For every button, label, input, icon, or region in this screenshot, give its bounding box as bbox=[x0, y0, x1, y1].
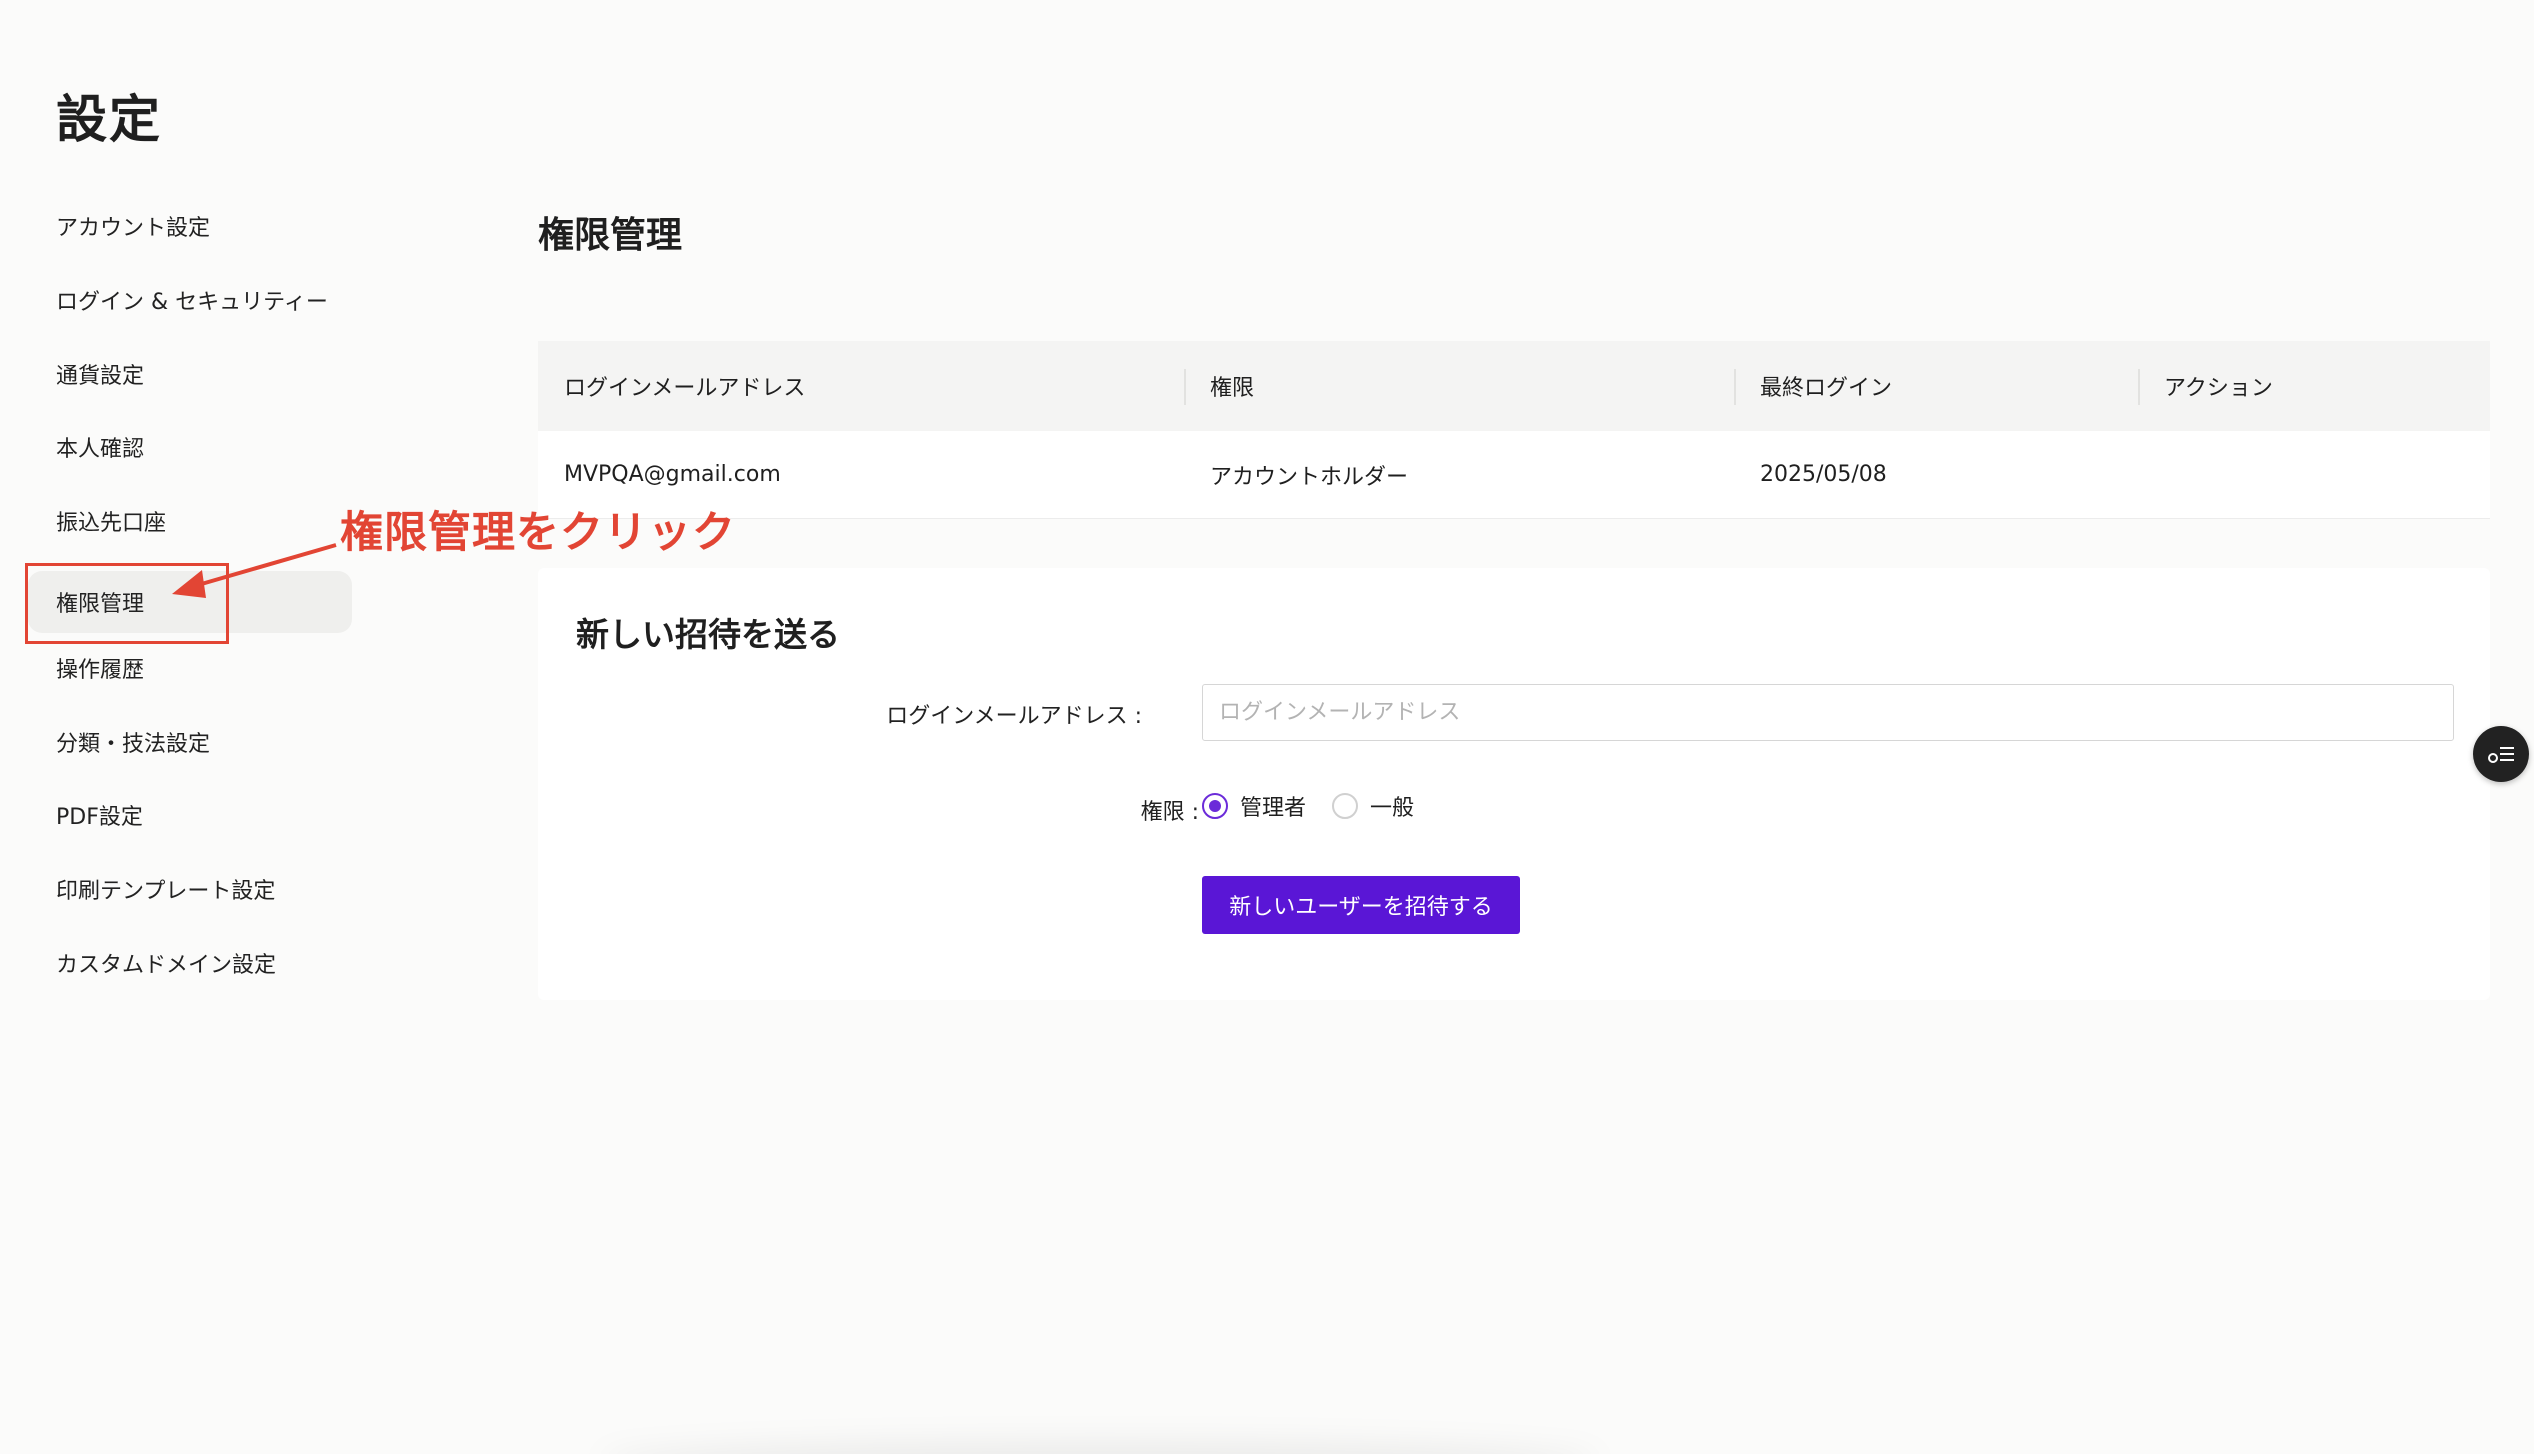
role-radio-group: 管理者 一般 bbox=[1202, 790, 1440, 822]
table-header: ログインメールアドレス 権限 最終ログイン アクション bbox=[538, 341, 2490, 431]
cell-action bbox=[2138, 431, 2490, 518]
invite-user-button[interactable]: 新しいユーザーを招待する bbox=[1202, 876, 1520, 934]
sidebar-item-currency-settings[interactable]: 通貨設定 bbox=[28, 343, 352, 405]
role-option-general[interactable]: 一般 bbox=[1332, 790, 1414, 822]
sidebar-item-operation-history[interactable]: 操作履歴 bbox=[28, 637, 352, 699]
permissions-table: ログインメールアドレス 権限 最終ログイン アクション MVPQA@gmail.… bbox=[538, 341, 2490, 519]
sidebar-item-pdf-settings[interactable]: PDF設定 bbox=[28, 784, 352, 846]
sidebar-item-print-template-settings[interactable]: 印刷テンプレート設定 bbox=[28, 858, 352, 920]
column-header-email: ログインメールアドレス bbox=[564, 376, 806, 401]
sidebar-item-bank-account[interactable]: 振込先口座 bbox=[28, 490, 352, 552]
general-radio-label: 一般 bbox=[1370, 796, 1415, 821]
settings-page: 設定 アカウント設定 ログイン & セキュリティー 通貨設定 本人確認 振込先口… bbox=[0, 0, 2534, 1454]
cell-role: アカウントホルダー bbox=[1210, 464, 1409, 490]
admin-radio[interactable] bbox=[1202, 793, 1228, 819]
floating-menu-button[interactable] bbox=[2473, 726, 2529, 782]
column-header-last-login: 最終ログイン bbox=[1734, 341, 2138, 431]
bottom-shadow bbox=[600, 1440, 1600, 1454]
sidebar-item-category-technique-settings[interactable]: 分類・技法設定 bbox=[28, 711, 352, 773]
table-row: MVPQA@gmail.com アカウントホルダー 2025/05/08 bbox=[538, 431, 2490, 519]
sidebar-item-custom-domain-settings[interactable]: カスタムドメイン設定 bbox=[28, 932, 352, 994]
column-header-action: アクション bbox=[2138, 341, 2490, 431]
role-field-label: 権限 : bbox=[1140, 800, 1199, 825]
email-field[interactable] bbox=[1202, 684, 2454, 741]
annotation-highlight-box bbox=[25, 563, 229, 644]
sidebar-item-login-security[interactable]: ログイン & セキュリティー bbox=[28, 269, 352, 331]
sidebar-item-account-settings[interactable]: アカウント設定 bbox=[28, 195, 352, 257]
page-title: 設定 bbox=[56, 91, 163, 150]
invite-title: 新しい招待を送る bbox=[576, 615, 840, 654]
email-field-label: ログインメールアドレス : bbox=[886, 704, 1142, 729]
section-title: 権限管理 bbox=[538, 215, 683, 256]
admin-radio-label: 管理者 bbox=[1240, 796, 1307, 821]
general-radio[interactable] bbox=[1332, 793, 1359, 819]
key-list-icon bbox=[2488, 747, 2514, 763]
invite-card: 新しい招待を送る ログインメールアドレス : 権限 : 管理者 一般 新しいユー… bbox=[538, 568, 2490, 1000]
annotation-text: 権限管理をクリック bbox=[340, 508, 736, 558]
role-option-admin[interactable]: 管理者 bbox=[1202, 790, 1306, 822]
cell-last-login: 2025/05/08 bbox=[1760, 462, 1887, 487]
sidebar-item-identity-verification[interactable]: 本人確認 bbox=[28, 416, 352, 478]
column-header-role: 権限 bbox=[1184, 341, 1734, 431]
